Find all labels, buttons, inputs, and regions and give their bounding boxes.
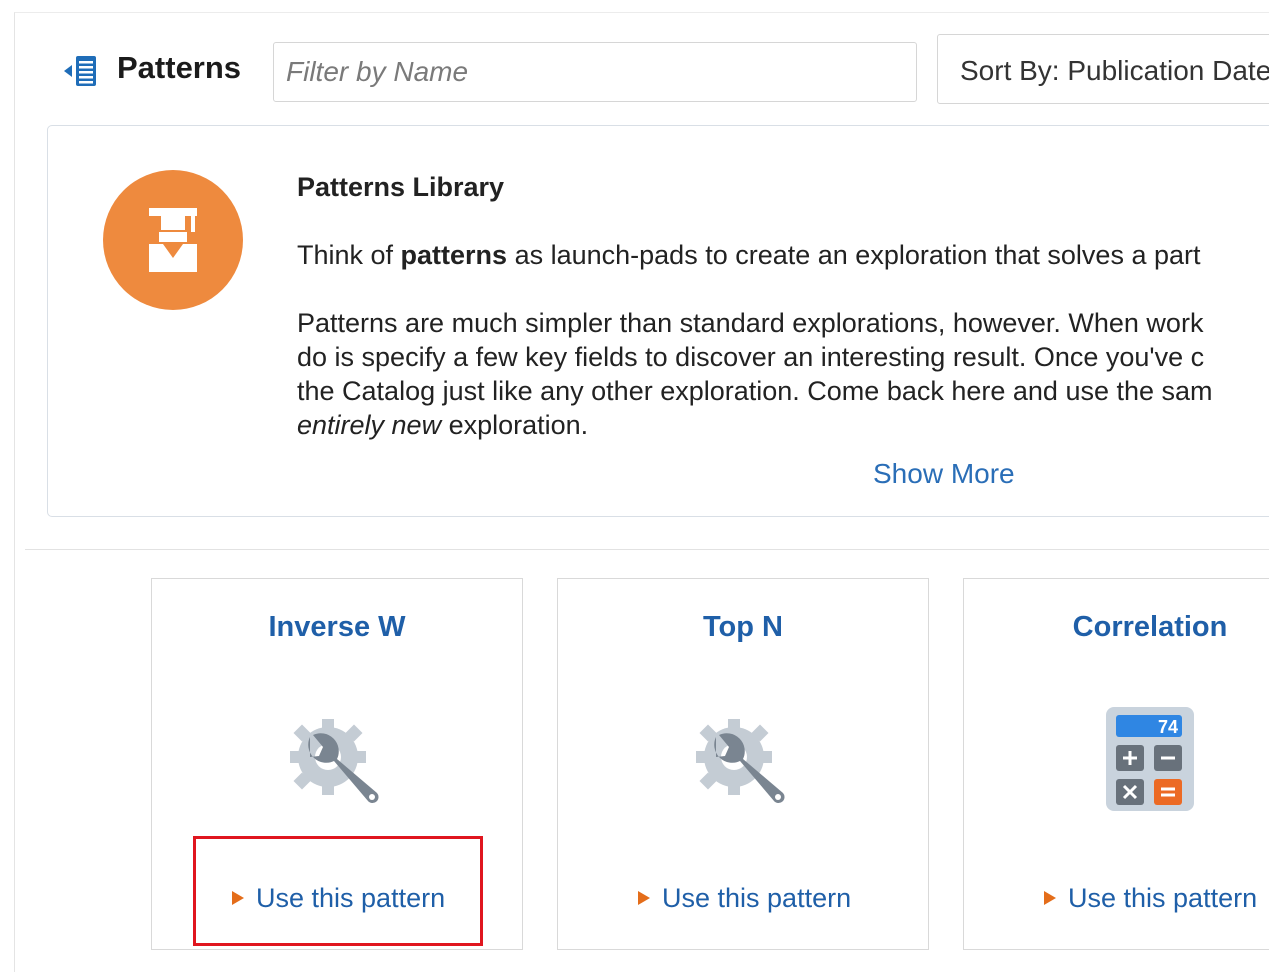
info-p2-line-2: do is specify a few key fields to discov… bbox=[297, 342, 1205, 372]
use-this-pattern-link[interactable]: Use this pattern bbox=[638, 883, 851, 914]
panel-collapse-icon[interactable] bbox=[64, 54, 100, 88]
info-text: Patterns Library Think of patterns as la… bbox=[297, 170, 1269, 442]
filter-by-name-input[interactable] bbox=[273, 42, 917, 102]
calculator-display: 74 bbox=[1158, 717, 1178, 737]
info-p2-line-3: the Catalog just like any other explorat… bbox=[297, 376, 1213, 406]
use-this-pattern-label: Use this pattern bbox=[662, 883, 852, 913]
info-title: Patterns Library bbox=[297, 172, 505, 202]
info-p1-prefix: Think of bbox=[297, 240, 401, 270]
gear-wrench-icon bbox=[290, 719, 379, 804]
card-title[interactable]: Top N bbox=[558, 611, 928, 644]
graduate-badge-icon bbox=[103, 170, 243, 310]
show-more-link[interactable]: Show More bbox=[873, 458, 1015, 490]
gear-wrench-icon bbox=[696, 719, 785, 804]
section-divider bbox=[25, 549, 1269, 550]
arrow-right-icon bbox=[1044, 891, 1056, 905]
info-p1-bold: patterns bbox=[400, 240, 508, 270]
pattern-card-correlation: Correlation 74 Use this pattern bbox=[963, 578, 1269, 950]
card-title[interactable]: Correlation bbox=[964, 611, 1269, 644]
info-p1-suffix: as launch-pads to create an exploration … bbox=[507, 240, 1201, 270]
highlight-box bbox=[193, 836, 483, 946]
calculator-icon: 74 bbox=[1106, 707, 1194, 811]
use-this-pattern-label: Use this pattern bbox=[1068, 883, 1258, 913]
info-p2-italic: entirely new bbox=[297, 410, 442, 440]
use-this-pattern-link[interactable]: Use this pattern bbox=[1044, 883, 1257, 914]
info-p2-end: exploration. bbox=[441, 410, 589, 440]
info-p2-line-4: entirely new exploration. bbox=[297, 408, 1269, 442]
info-p2-line-1: Patterns are much simpler than standard … bbox=[297, 308, 1204, 338]
pattern-card-top-n: Top N Use this pattern bbox=[557, 578, 929, 950]
arrow-right-icon bbox=[638, 891, 650, 905]
info-paragraph-2: Patterns are much simpler than standard … bbox=[297, 306, 1269, 442]
sort-by-select[interactable]: Sort By: Publication Date bbox=[937, 34, 1269, 104]
card-title[interactable]: Inverse W bbox=[152, 611, 522, 644]
info-paragraph-1: Think of patterns as launch-pads to crea… bbox=[297, 238, 1269, 272]
page-title: Patterns bbox=[117, 50, 242, 85]
